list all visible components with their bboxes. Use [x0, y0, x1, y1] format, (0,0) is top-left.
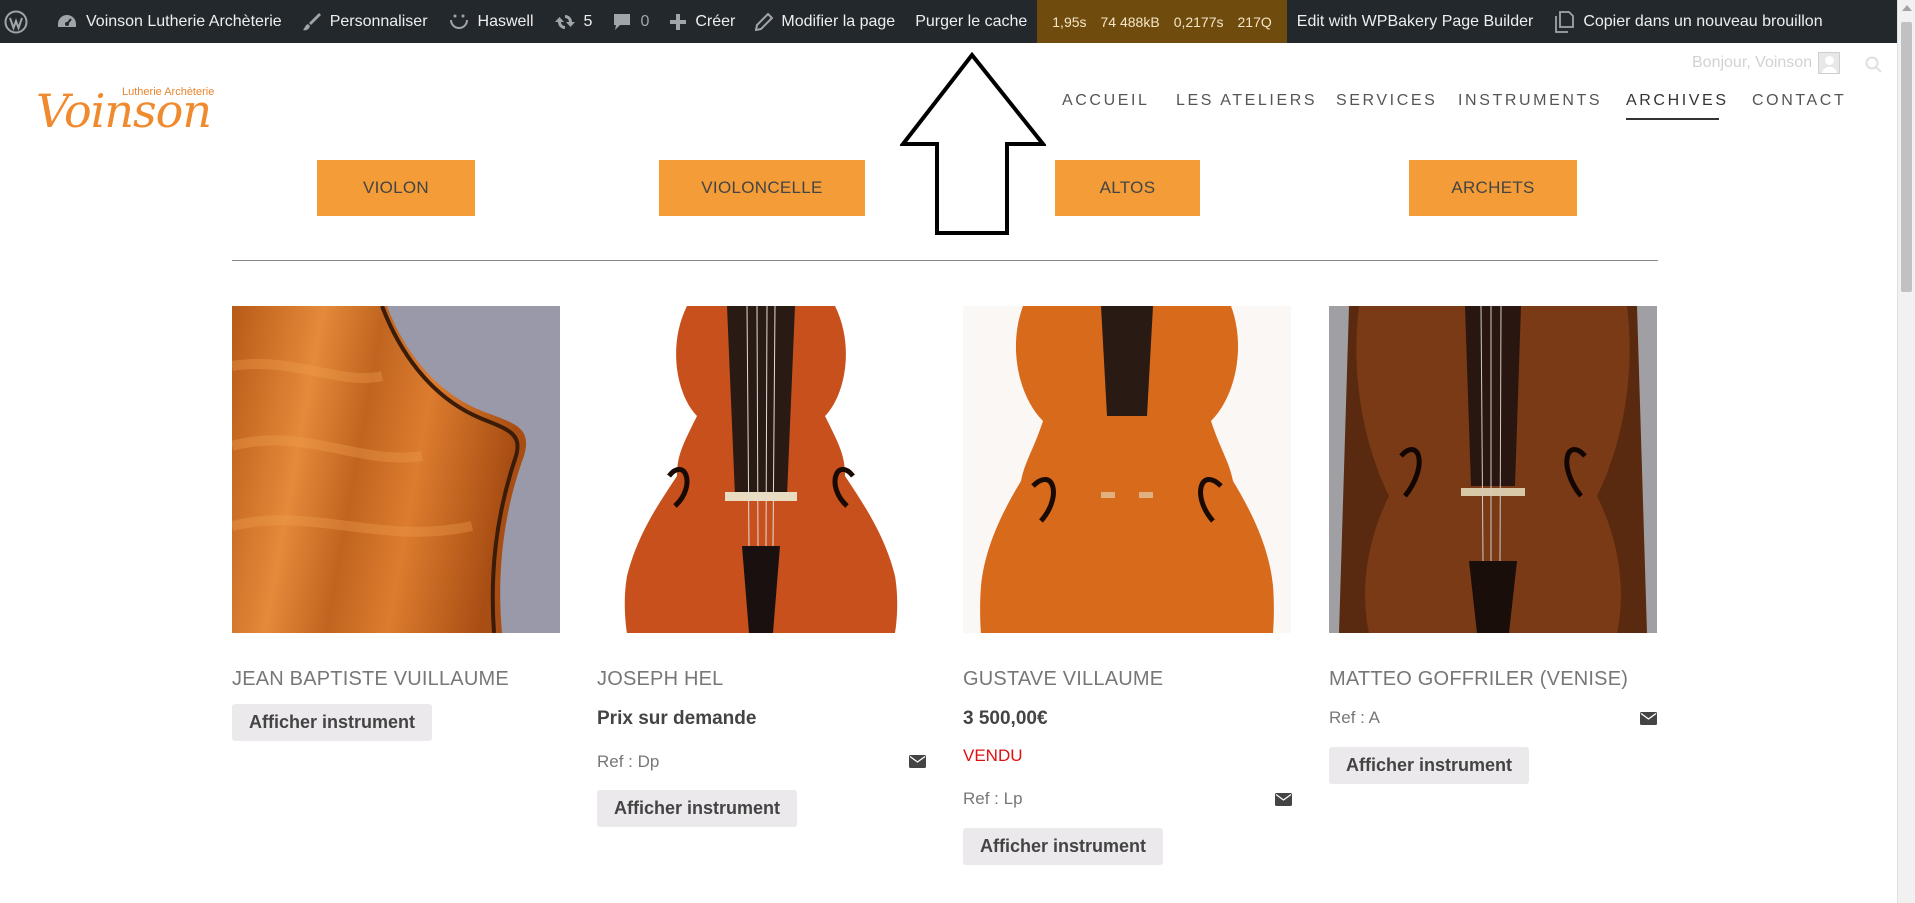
user-greeting[interactable]: Bonjour, Voinson: [1692, 52, 1841, 74]
dashboard-icon: [58, 14, 76, 27]
product-image-villaume[interactable]: [963, 306, 1291, 633]
comments-menu[interactable]: 0: [602, 0, 659, 43]
wpbakery-label: Edit with WPBakery Page Builder: [1296, 12, 1534, 30]
avatar[interactable]: [1818, 52, 1841, 74]
comments-count: 0: [640, 12, 650, 30]
wordpress-logo-icon[interactable]: [0, 0, 46, 43]
search-icon[interactable]: [1865, 56, 1883, 74]
updates-icon: [554, 14, 575, 29]
category-button-archets[interactable]: ARCHETS: [1409, 160, 1577, 216]
site-name-menu[interactable]: Voinson Lutherie Archèterie: [46, 0, 292, 43]
site-name-label: Voinson Lutherie Archèterie: [86, 12, 282, 30]
nav-item-services[interactable]: SERVICES: [1336, 92, 1437, 110]
product-title[interactable]: GUSTAVE VILLAUME: [963, 668, 1163, 691]
theme-label: Haswell: [477, 12, 534, 30]
view-instrument-button[interactable]: Afficher instrument: [597, 790, 798, 827]
greeting-text: Bonjour, Voinson: [1692, 54, 1813, 71]
page-scrollbar[interactable]: [1897, 0, 1915, 903]
edit-page-label: Modifier la page: [781, 12, 896, 30]
envelope-icon[interactable]: [1275, 793, 1292, 806]
nav-item-accueil[interactable]: ACCUEIL: [1062, 92, 1150, 110]
nav-item-contact[interactable]: CONTACT: [1752, 92, 1846, 110]
copy-draft-menu[interactable]: Copier dans un nouveau brouillon: [1543, 0, 1832, 43]
wp-admin-bar: Voinson Lutherie Archèterie Personnalise…: [0, 0, 1897, 43]
theme-menu[interactable]: Haswell: [438, 0, 544, 43]
copy-draft-label: Copier dans un nouveau brouillon: [1583, 12, 1823, 30]
category-button-violon[interactable]: VIOLON: [317, 160, 475, 216]
product-title[interactable]: JOSEPH HEL: [597, 668, 723, 691]
product-title[interactable]: JEAN BAPTISTE VUILLAUME: [232, 668, 509, 691]
memory-stat: 74 488kB: [1100, 13, 1160, 30]
scroll-up-arrow-icon[interactable]: [1902, 5, 1912, 11]
product-ref: Ref : Lp: [963, 789, 1023, 808]
product-price: Prix sur demande: [597, 708, 757, 729]
envelope-icon[interactable]: [909, 755, 926, 768]
edit-page-menu[interactable]: Modifier la page: [745, 0, 905, 43]
nav-item-les-ateliers[interactable]: LES ATELIERS: [1176, 92, 1317, 110]
customize-label: Personnaliser: [329, 12, 428, 30]
up-arrow-annotation-icon: [900, 52, 1046, 235]
brush-icon: [302, 12, 321, 30]
category-button-violoncelle[interactable]: VIOLONCELLE: [659, 160, 865, 216]
page-time-stat: 1,95s: [1052, 13, 1087, 30]
purge-cache-label: Purger le cache: [915, 12, 1028, 30]
active-nav-underline: [1626, 118, 1719, 120]
category-button-altos[interactable]: ALTOS: [1055, 160, 1200, 216]
wpbakery-edit-menu[interactable]: Edit with WPBakery Page Builder: [1287, 0, 1544, 43]
product-image-vuillaume[interactable]: [232, 306, 560, 633]
nav-item-archives[interactable]: ARCHIVES: [1626, 92, 1729, 110]
site-logo[interactable]: Lutherie Archèterie Voinson: [36, 80, 216, 136]
query-count-stat: 217Q: [1237, 13, 1272, 30]
scrollbar-thumb[interactable]: [1901, 22, 1912, 292]
updates-menu[interactable]: 5: [544, 0, 603, 43]
purge-cache-menu[interactable]: Purger le cache: [905, 0, 1037, 43]
view-instrument-button[interactable]: Afficher instrument: [1329, 747, 1530, 784]
updates-count: 5: [583, 12, 593, 30]
smile-icon: [449, 14, 468, 29]
product-title[interactable]: MATTEO GOFFRILER (VENISE): [1329, 668, 1628, 691]
customize-menu[interactable]: Personnaliser: [292, 0, 438, 43]
plus-icon: [670, 13, 687, 30]
sold-status-label: VENDU: [963, 746, 1023, 765]
product-image-hel[interactable]: [597, 306, 925, 633]
pencil-icon: [755, 12, 774, 31]
logo-text: Voinson: [36, 84, 212, 138]
envelope-icon[interactable]: [1640, 712, 1657, 725]
copy-icon: [1555, 10, 1575, 33]
comment-icon: [614, 13, 631, 30]
view-instrument-button[interactable]: Afficher instrument: [232, 704, 433, 741]
query-monitor-stats[interactable]: 1,95s 74 488kB 0,2177s 217Q: [1037, 0, 1287, 43]
product-ref: Ref : A: [1329, 708, 1381, 727]
nav-item-instruments[interactable]: INSTRUMENTS: [1458, 92, 1602, 110]
new-content-label: Créer: [695, 12, 736, 30]
query-time-stat: 0,2177s: [1173, 13, 1224, 30]
product-ref: Ref : Dp: [597, 752, 660, 771]
new-content-menu[interactable]: Créer: [659, 0, 745, 43]
product-price: 3 500,00€: [963, 708, 1048, 729]
product-image-goffriler[interactable]: [1329, 306, 1657, 633]
view-instrument-button[interactable]: Afficher instrument: [963, 828, 1164, 865]
section-divider: [232, 260, 1658, 261]
